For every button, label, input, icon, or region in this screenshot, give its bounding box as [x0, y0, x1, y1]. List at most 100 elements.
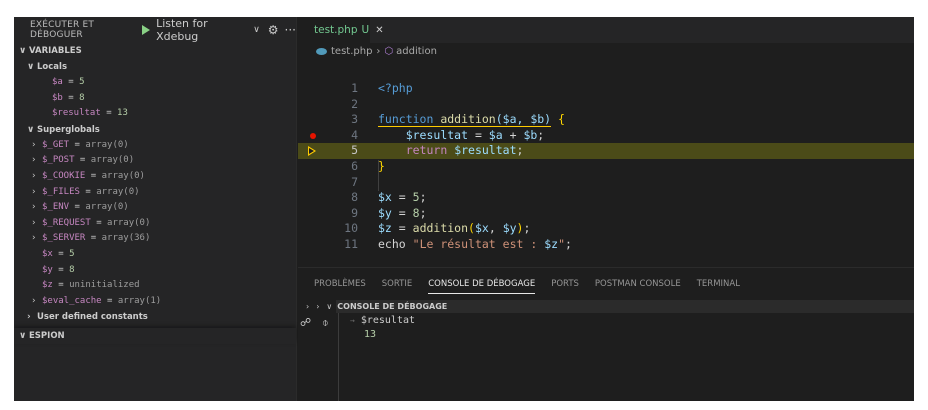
- code-token: return: [405, 143, 448, 158]
- variable-row[interactable]: › $_POST = array(0): [14, 153, 296, 169]
- code-token: $a: [488, 127, 503, 142]
- tab-terminal[interactable]: TERMINAL: [697, 275, 740, 293]
- gear-icon[interactable]: ⚙: [268, 23, 279, 37]
- tab-output[interactable]: SORTIE: [382, 275, 412, 293]
- pin-icon[interactable]: ⌽: [322, 316, 329, 330]
- superglobals-label: Superglobals: [37, 124, 100, 135]
- watch-section-header[interactable]: ∨ ESPION: [14, 328, 296, 344]
- chevron-right-icon: ›: [32, 295, 36, 306]
- code-token: $y: [378, 205, 392, 220]
- variable-row[interactable]: › $_FILES = array(0): [14, 185, 296, 201]
- code-token: {: [558, 112, 565, 127]
- code-token: =: [391, 190, 413, 205]
- chevron-down-icon[interactable]: ∨: [253, 25, 260, 35]
- line-number: 1: [351, 81, 358, 95]
- tab-debug-console[interactable]: CONSOLE DE DÉBOGAGE: [428, 275, 536, 294]
- code-editor[interactable]: 1 <?php 2 3 function addition($a, $b) { …: [298, 81, 914, 261]
- breadcrumb-symbol[interactable]: addition: [396, 46, 437, 57]
- variable-value: uninitialized: [69, 280, 140, 291]
- code-token: <?php: [378, 81, 413, 95]
- variable-row[interactable]: $z = uninitialized: [14, 278, 296, 294]
- variable-row[interactable]: $b = 8: [14, 91, 296, 107]
- tab-test-php[interactable]: test.php U ✕: [298, 17, 384, 43]
- line-number: 11: [344, 237, 358, 251]
- console-section-label: CONSOLE DE DÉBOGAGE: [337, 302, 448, 311]
- variable-row[interactable]: $x = 5: [14, 247, 296, 263]
- chevron-right-icon[interactable]: ›: [306, 302, 309, 311]
- code-line: 6 }: [298, 159, 914, 175]
- ellipsis-icon[interactable]: ···: [285, 23, 296, 37]
- tab-problems[interactable]: PROBLÈMES: [314, 275, 366, 293]
- variable-row[interactable]: › $_SERVER = array(36): [14, 231, 296, 247]
- console-section-header[interactable]: › › ∨ CONSOLE DE DÉBOGAGE: [298, 300, 914, 313]
- variables-section-header[interactable]: ∨ VARIABLES: [14, 43, 296, 59]
- variable-name: $_SERVER: [42, 233, 86, 244]
- breadcrumb-file[interactable]: test.php: [331, 46, 372, 57]
- code-line: 4 $resultat = $a + $b;: [298, 128, 914, 144]
- debug-toolbar: EXÉCUTER ET DÉBOGUER Listen for Xdebug ∨…: [14, 17, 296, 43]
- code-token: $resultat: [405, 127, 469, 142]
- variable-value: array(0): [90, 155, 135, 166]
- code-token: +: [502, 127, 524, 142]
- code-token: ": [558, 237, 565, 251]
- launch-config-select[interactable]: Listen for Xdebug: [156, 17, 253, 43]
- chevron-right-icon: ›: [32, 139, 36, 150]
- code-token: ($a, $b): [495, 112, 552, 128]
- locals-scope[interactable]: ∨ Locals: [14, 59, 296, 75]
- code-token: function: [378, 112, 434, 128]
- variable-row[interactable]: › $_ENV = array(0): [14, 200, 296, 216]
- code-token: ;: [419, 190, 427, 205]
- chevron-right-icon[interactable]: ›: [316, 302, 319, 311]
- chevron-down-icon: ∨: [27, 124, 35, 135]
- variable-name: $x: [42, 248, 53, 259]
- variable-value: array(36): [101, 233, 151, 244]
- variable-row[interactable]: › $eval_cache = array(1): [14, 294, 296, 310]
- start-debugging-play-icon[interactable]: [142, 25, 151, 35]
- php-file-icon: [316, 48, 327, 55]
- code-line: 10 $z = addition($x, $y);: [298, 221, 914, 237]
- variable-row[interactable]: $y = 8: [14, 263, 296, 279]
- variable-name: $_POST: [42, 155, 75, 166]
- line-number: 3: [351, 112, 358, 127]
- code-token: ;: [537, 127, 545, 142]
- locals-list: $a = 5 $b = 8 $resultat = 13: [14, 75, 296, 122]
- variable-value: 5: [69, 248, 75, 259]
- arrow-right-icon: →: [350, 316, 355, 325]
- variable-value: array(0): [85, 202, 129, 213]
- superglobals-scope[interactable]: ∨ Superglobals: [14, 122, 296, 138]
- code-token: }: [378, 159, 385, 173]
- console-expression: $resultat: [360, 315, 416, 326]
- chevron-right-icon: ›: [32, 233, 36, 244]
- variable-row[interactable]: › $_COOKIE = array(0): [14, 169, 296, 185]
- code-token: $resultat: [454, 143, 517, 158]
- code-token: 5: [412, 190, 420, 205]
- variables-section-label: VARIABLES: [29, 46, 82, 56]
- debug-tool-icon[interactable]: ☍: [300, 316, 311, 329]
- variable-name: $z: [42, 280, 53, 291]
- chevron-right-icon: ›: [32, 186, 36, 197]
- code-line: 1 <?php: [298, 81, 914, 97]
- code-token: ;: [565, 237, 572, 251]
- variable-row[interactable]: $a = 5: [14, 75, 296, 91]
- chevron-right-icon: ›: [32, 202, 36, 213]
- line-number: 5: [351, 143, 358, 158]
- code-line: 2: [298, 97, 914, 113]
- tab-ports[interactable]: PORTS: [551, 275, 579, 293]
- panel-tabs: PROBLÈMES SORTIE CONSOLE DE DÉBOGAGE POR…: [298, 268, 914, 300]
- variable-row[interactable]: $resultat = 13: [14, 106, 296, 122]
- method-icon: ⬡: [384, 46, 394, 57]
- variable-row[interactable]: › $_GET = array(0): [14, 138, 296, 154]
- console-output: → $resultat 13: [350, 314, 415, 342]
- code-token: addition: [440, 112, 496, 128]
- code-line: 11 echo "Le résultat est : $z";: [298, 237, 914, 253]
- close-icon[interactable]: ✕: [375, 25, 383, 36]
- tab-postman-console[interactable]: POSTMAN CONSOLE: [595, 275, 681, 293]
- divider: [338, 313, 339, 401]
- user-constants-scope[interactable]: › User defined constants: [14, 309, 296, 325]
- variable-name: $b: [52, 92, 63, 103]
- breakpoint-icon[interactable]: [310, 132, 316, 139]
- variable-row[interactable]: › $_REQUEST = array(0): [14, 216, 296, 232]
- console-input-line: → $resultat: [350, 314, 415, 328]
- line-number: 6: [351, 159, 358, 173]
- code-line: 9 $y = 8;: [298, 206, 914, 222]
